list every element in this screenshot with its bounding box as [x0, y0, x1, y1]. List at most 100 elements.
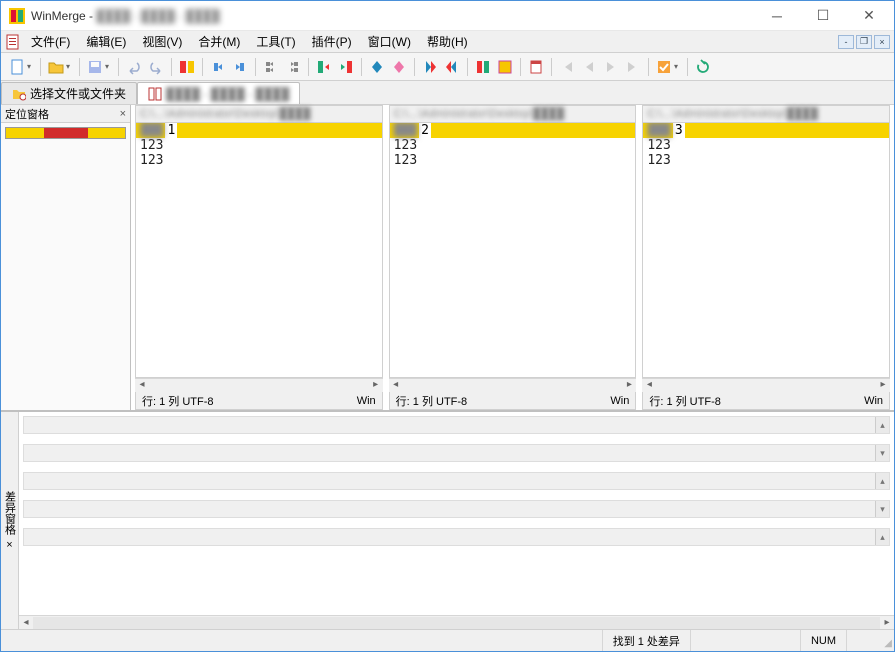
status-empty-2 — [846, 630, 876, 651]
editor-3-line[interactable]: 123 — [643, 153, 889, 168]
toolbar: ▾ ▾ ▾ ▾ — [1, 53, 894, 81]
close-button[interactable]: ✕ — [846, 1, 892, 31]
tb-next-diff-button[interactable] — [367, 57, 387, 77]
menu-plugins[interactable]: 插件(P) — [304, 31, 360, 52]
tb-select-diff-button[interactable] — [495, 57, 515, 77]
tb-next-conflict-button[interactable] — [420, 57, 440, 77]
diff-row[interactable]: ▾ — [23, 444, 890, 462]
menu-view[interactable]: 视图(V) — [134, 31, 190, 52]
resize-grip-icon[interactable]: ◢ — [876, 630, 894, 651]
diff-row[interactable]: ▴ — [23, 472, 890, 490]
tb-prev-conflict-button[interactable] — [442, 57, 462, 77]
editor-1[interactable]: ███1 123 123 — [135, 123, 383, 378]
minimize-button[interactable]: ─ — [754, 1, 800, 31]
tb-refresh-button[interactable] — [693, 57, 713, 77]
column-1-path-header[interactable]: C:\…\Administrator\Desktop\████ — [135, 105, 383, 123]
diff-row[interactable]: ▴ — [23, 528, 890, 546]
editor-1-line[interactable]: 123 — [136, 153, 382, 168]
tb-copy-right-button[interactable] — [208, 57, 228, 77]
tab-select-files[interactable]: 选择文件或文件夹 — [1, 82, 137, 104]
diff-row[interactable]: ▾ — [23, 500, 890, 518]
diff-rows: ▴ ▾ ▴ ▾ ▴ — [19, 412, 894, 615]
diff-pane-close-icon[interactable]: × — [6, 539, 12, 551]
tb-prev-file-button[interactable] — [579, 57, 599, 77]
content-area: 定位窗格 × C:\…\Administrator\Desktop\████ █… — [1, 105, 894, 629]
editor-3-hscroll[interactable]: ◂▸ — [642, 378, 890, 392]
tb-options-dropdown[interactable]: ▾ — [674, 62, 682, 71]
vscroll-button[interactable]: ▾ — [875, 445, 889, 461]
location-strip[interactable] — [5, 127, 126, 139]
tb-undo-button[interactable] — [124, 57, 144, 77]
column-3-path-header[interactable]: C:\…\Administrator\Desktop\████ — [642, 105, 890, 123]
tb-redo-button[interactable] — [146, 57, 166, 77]
menu-window[interactable]: 窗口(W) — [360, 31, 419, 52]
compare-column-2: C:\…\Administrator\Desktop\████ ███2 123… — [389, 105, 637, 410]
mdi-close-button[interactable]: × — [874, 35, 890, 49]
tb-all-right-button[interactable] — [314, 57, 334, 77]
mdi-minimize-button[interactable]: - — [838, 35, 854, 49]
tb-save-button[interactable] — [85, 57, 105, 77]
menu-tools[interactable]: 工具(T) — [248, 31, 303, 52]
tb-next-file-button[interactable] — [601, 57, 621, 77]
editor-1-line[interactable]: 123 — [136, 138, 382, 153]
editor-2-line[interactable]: 123 — [390, 153, 636, 168]
tb-new-dropdown[interactable]: ▾ — [27, 62, 35, 71]
location-pane: 定位窗格 × — [1, 105, 131, 410]
diff-pane: 差异窗格 × ▴ ▾ ▴ ▾ ▴ ◂▸ — [1, 411, 894, 629]
tb-current-diff-button[interactable] — [473, 57, 493, 77]
column-2-status: 行: 1 列 UTF-8Win — [389, 392, 637, 410]
tb-first-diff-button[interactable] — [557, 57, 577, 77]
diff-pane-label: 差异窗格 × — [1, 412, 19, 629]
menu-edit[interactable]: 编辑(E) — [78, 31, 134, 52]
tb-open-dropdown[interactable]: ▾ — [66, 62, 74, 71]
editor-2-line[interactable]: 123 — [390, 138, 636, 153]
tb-options-button[interactable] — [654, 57, 674, 77]
vscroll-button[interactable]: ▴ — [875, 473, 889, 489]
titlebar: WinMerge - ████ - ████ - ████ ─ ☐ ✕ — [1, 1, 894, 31]
mdi-restore-button[interactable]: ❐ — [856, 35, 872, 49]
column-2-path-header[interactable]: C:\…\Administrator\Desktop\████ — [389, 105, 637, 123]
menu-file[interactable]: 文件(F) — [23, 31, 78, 52]
editor-2-hscroll[interactable]: ◂▸ — [389, 378, 637, 392]
tb-last-diff-button[interactable] — [623, 57, 643, 77]
column-1-status: 行: 1 列 UTF-8Win — [135, 392, 383, 410]
tb-copy-right-advance-button[interactable] — [261, 57, 281, 77]
editor-2[interactable]: ███2 123 123 — [389, 123, 637, 378]
tb-all-left-button[interactable] — [336, 57, 356, 77]
tb-prev-diff-button[interactable] — [389, 57, 409, 77]
editor-1-hscroll[interactable]: ◂▸ — [135, 378, 383, 392]
menu-merge[interactable]: 合并(M) — [190, 31, 248, 52]
location-pane-body[interactable] — [1, 123, 130, 410]
compare-column-1: C:\…\Administrator\Desktop\████ ███1 123… — [135, 105, 383, 410]
editor-2-diff-line[interactable]: ███2 — [390, 123, 636, 138]
editor-3-line[interactable]: 123 — [643, 138, 889, 153]
status-numlock: NUM — [800, 630, 846, 651]
status-diff-count: 找到 1 处差异 — [602, 630, 690, 651]
folder-pick-icon — [12, 87, 26, 101]
tb-bookmark-button[interactable] — [526, 57, 546, 77]
editor-1-diff-line[interactable]: ███1 — [136, 123, 382, 138]
compare-column-3: C:\…\Administrator\Desktop\████ ███3 123… — [642, 105, 890, 410]
location-pane-header: 定位窗格 × — [1, 105, 130, 123]
maximize-button[interactable]: ☐ — [800, 1, 846, 31]
diff-hscroll[interactable]: ◂▸ — [19, 615, 894, 629]
vscroll-button[interactable]: ▴ — [875, 417, 889, 433]
tb-new-button[interactable] — [7, 57, 27, 77]
tb-open-button[interactable] — [46, 57, 66, 77]
menu-help[interactable]: 帮助(H) — [419, 31, 476, 52]
compare-doc-icon — [148, 87, 162, 101]
tabbar: 选择文件或文件夹 ████ - ████ - ████ — [1, 81, 894, 105]
window-title: WinMerge - ████ - ████ - ████ — [31, 9, 754, 23]
vscroll-button[interactable]: ▴ — [875, 529, 889, 545]
tb-copy-left-button[interactable] — [230, 57, 250, 77]
tb-compare-button[interactable] — [177, 57, 197, 77]
tb-save-dropdown[interactable]: ▾ — [105, 62, 113, 71]
location-pane-close-icon[interactable]: × — [120, 108, 126, 120]
menubar: 文件(F) 编辑(E) 视图(V) 合并(M) 工具(T) 插件(P) 窗口(W… — [1, 31, 894, 53]
tb-copy-left-advance-button[interactable] — [283, 57, 303, 77]
editor-3[interactable]: ███3 123 123 — [642, 123, 890, 378]
editor-3-diff-line[interactable]: ███3 — [643, 123, 889, 138]
diff-row[interactable]: ▴ — [23, 416, 890, 434]
tab-compare-doc[interactable]: ████ - ████ - ████ — [137, 82, 300, 104]
vscroll-button[interactable]: ▾ — [875, 501, 889, 517]
